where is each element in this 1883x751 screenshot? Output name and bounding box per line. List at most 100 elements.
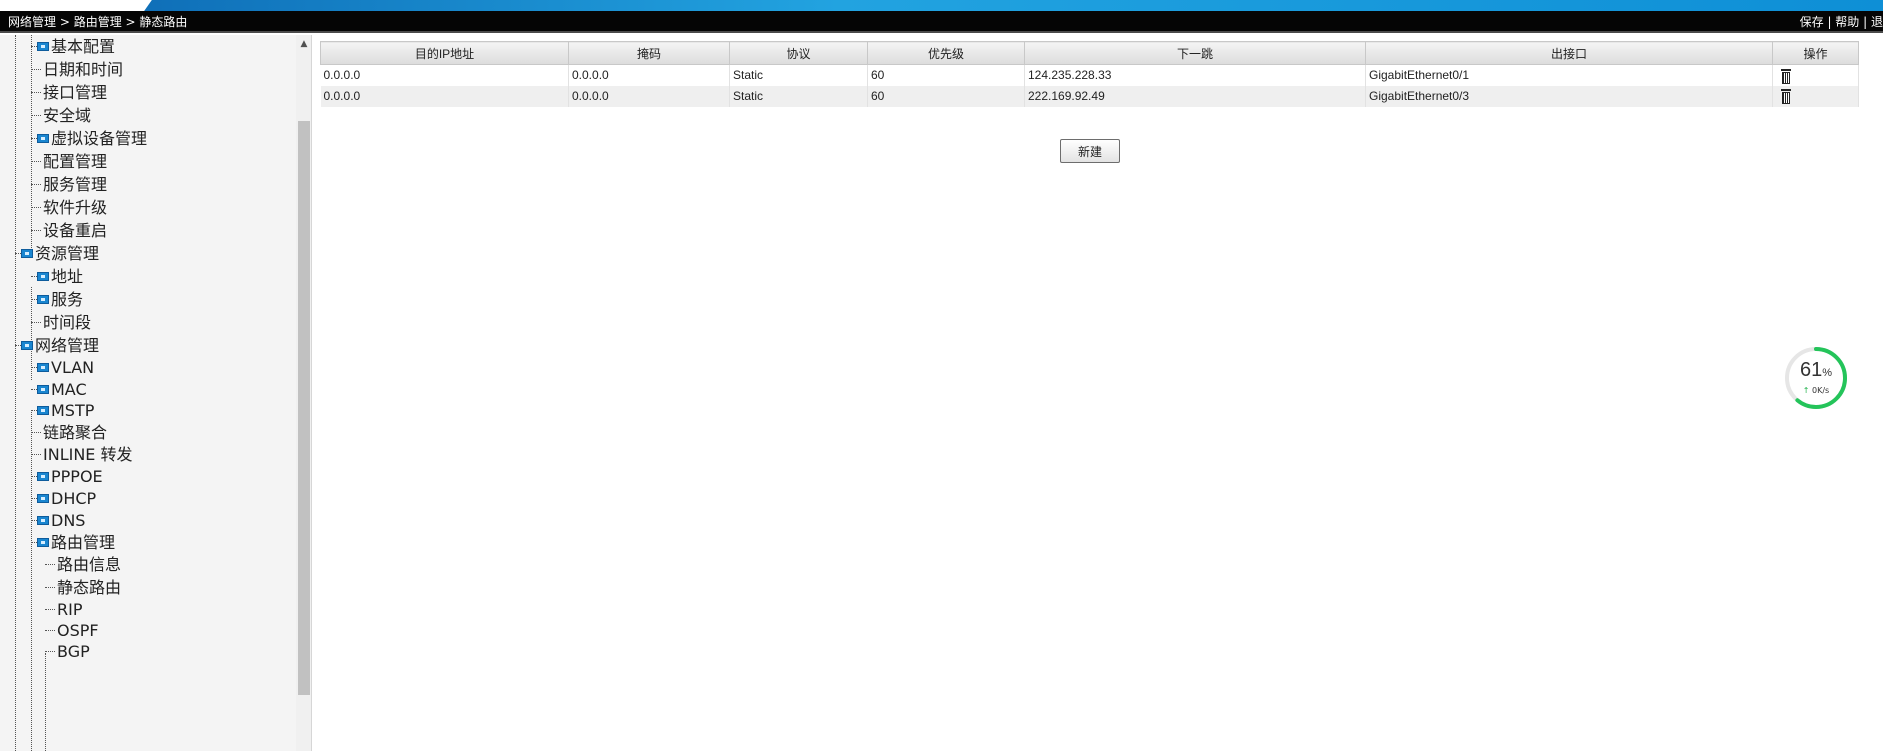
sidebar-scrollbar[interactable]: ▲ (296, 35, 311, 751)
folder-icon[interactable] (37, 272, 49, 281)
sidebar-item-label: 配置管理 (43, 151, 108, 171)
main-content: 目的IP地址 掩码 协议 优先级 下一跳 出接口 操作 0.0.0.0 0.0.… (320, 35, 1883, 751)
cell-next-hop: 222.169.92.49 (1024, 85, 1366, 107)
exit-link[interactable]: 退 (1871, 15, 1883, 29)
sidebar-item-label: MSTP (51, 400, 95, 420)
sidebar-item[interactable]: VLAN (37, 356, 94, 378)
breadcrumb-item-network[interactable]: 网络管理 (8, 15, 56, 29)
column-header-protocol[interactable]: 协议 (729, 41, 868, 65)
sidebar-item[interactable]: 时间段 (43, 311, 91, 333)
sidebar-item[interactable]: BGP (57, 640, 90, 662)
sidebar-item[interactable]: 静态路由 (57, 576, 121, 598)
speed-percent: 61% (1784, 359, 1848, 382)
sidebar: 基本配置 日期和时间 接口管理 安全域 虚拟设备管理配置管理服务管理软件升级 设备重启 资源… (0, 35, 312, 751)
sidebar-item[interactable]: DNS (37, 509, 85, 531)
column-header-next-hop[interactable]: 下一跳 (1024, 41, 1366, 65)
cell-next-hop: 124.235.228.33 (1024, 64, 1366, 86)
sidebar-item-label: INLINE 转发 (43, 444, 133, 464)
sidebar-item[interactable]: PPPOE (37, 465, 103, 487)
cell-protocol: Static (729, 85, 868, 107)
breadcrumb-item-static-route: 静态路由 (139, 15, 188, 29)
cell-dest-ip: 0.0.0.0 (320, 85, 569, 107)
folder-icon[interactable] (37, 134, 49, 143)
tree-connector (31, 454, 41, 455)
sidebar-item-label: 地址 (51, 266, 84, 286)
sidebar-item[interactable]: OSPF (57, 619, 99, 641)
scroll-up-arrow-icon[interactable]: ▲ (296, 37, 311, 51)
folder-icon[interactable] (21, 249, 33, 258)
sidebar-item[interactable]: RIP (57, 598, 82, 620)
folder-icon[interactable] (37, 494, 49, 503)
table-row: 0.0.0.0 0.0.0.0 Static 60 124.235.228.33… (320, 64, 1859, 86)
scrollbar-thumb[interactable] (298, 121, 310, 695)
sidebar-item[interactable]: MSTP (37, 399, 94, 421)
tree-connector (45, 564, 55, 565)
trash-icon[interactable] (1781, 68, 1791, 84)
sidebar-item[interactable]: 路由管理 (37, 531, 115, 553)
sidebar-item-label: MAC (51, 379, 87, 399)
folder-icon[interactable] (21, 341, 33, 350)
sidebar-item[interactable]: 路由信息 (57, 553, 121, 575)
tree-line (15, 35, 16, 751)
folder-icon[interactable] (37, 385, 49, 394)
sidebar-item[interactable]: 资源管理 (21, 242, 99, 264)
new-route-button[interactable]: 新建 (1060, 139, 1120, 163)
folder-icon[interactable] (37, 295, 49, 304)
top-links: 保存 | 帮助 | 退 (1799, 15, 1883, 29)
top-banner (0, 0, 1883, 11)
sidebar-item-label: 虚拟设备管理 (51, 128, 148, 148)
sidebar-item-label: 软件升级 (43, 197, 108, 217)
sidebar-item[interactable]: DHCP (37, 487, 96, 509)
sidebar-item[interactable]: 设备重启 (43, 219, 107, 241)
tree-connector (31, 322, 41, 323)
breadcrumb-separator: > (56, 15, 74, 29)
sidebar-item[interactable]: INLINE 转发 (43, 443, 133, 465)
folder-icon[interactable] (37, 42, 49, 51)
sidebar-item[interactable]: 基本配置 (37, 35, 115, 57)
cell-mask: 0.0.0.0 (568, 64, 730, 86)
help-link[interactable]: 帮助 (1835, 15, 1859, 29)
tree-connector (45, 630, 55, 631)
column-header-priority[interactable]: 优先级 (867, 41, 1025, 65)
sidebar-item-label: 服务管理 (43, 174, 108, 194)
column-header-dest-ip[interactable]: 目的IP地址 (320, 41, 569, 65)
speed-percent-value: 61 (1799, 359, 1823, 381)
sidebar-item-label: RIP (57, 599, 83, 619)
sidebar-item[interactable]: 软件升级 (43, 196, 107, 218)
tree-connector (45, 609, 55, 610)
sidebar-item-label: 网络管理 (35, 335, 100, 355)
speed-percent-sign: % (1822, 367, 1833, 379)
tree-connector (31, 92, 41, 93)
folder-icon[interactable] (37, 363, 49, 372)
breadcrumb-item-routing[interactable]: 路由管理 (74, 15, 122, 29)
sidebar-item[interactable]: 网络管理 (21, 334, 99, 356)
column-header-interface[interactable]: 出接口 (1365, 41, 1773, 65)
save-link[interactable]: 保存 (1800, 15, 1824, 29)
sidebar-item[interactable]: 服务管理 (43, 173, 107, 195)
sidebar-item[interactable]: 服务 (37, 288, 83, 310)
sidebar-item[interactable]: 安全域 (43, 104, 91, 126)
cell-priority: 60 (867, 85, 1025, 107)
sidebar-item-label: 链路聚合 (43, 422, 108, 442)
sidebar-item[interactable]: 日期和时间 (43, 58, 123, 80)
network-speed-widget[interactable]: 61% ↑ 0K/s (1784, 346, 1848, 410)
top-nav-bar: 网络管理 > 路由管理 > 静态路由 保存 | 帮助 | 退 (0, 11, 1883, 33)
sidebar-item[interactable]: 接口管理 (43, 81, 107, 103)
sidebar-item[interactable]: 链路聚合 (43, 421, 107, 443)
cell-dest-ip: 0.0.0.0 (320, 64, 569, 86)
folder-icon[interactable] (37, 516, 49, 525)
folder-icon[interactable] (37, 406, 49, 415)
folder-icon[interactable] (37, 472, 49, 481)
tree-connector (31, 115, 41, 116)
sidebar-item[interactable]: 虚拟设备管理 (37, 127, 147, 149)
folder-icon[interactable] (37, 538, 49, 547)
column-header-mask[interactable]: 掩码 (568, 41, 730, 65)
tree-connector (31, 432, 41, 433)
tree-connector (45, 587, 55, 588)
breadcrumb-separator: > (121, 15, 140, 29)
sidebar-item[interactable]: 配置管理 (43, 150, 107, 172)
trash-icon[interactable] (1781, 89, 1791, 105)
sidebar-item[interactable]: MAC (37, 378, 87, 400)
static-route-table: 目的IP地址 掩码 协议 优先级 下一跳 出接口 操作 0.0.0.0 0.0.… (320, 41, 1859, 107)
sidebar-item[interactable]: 地址 (37, 265, 83, 287)
